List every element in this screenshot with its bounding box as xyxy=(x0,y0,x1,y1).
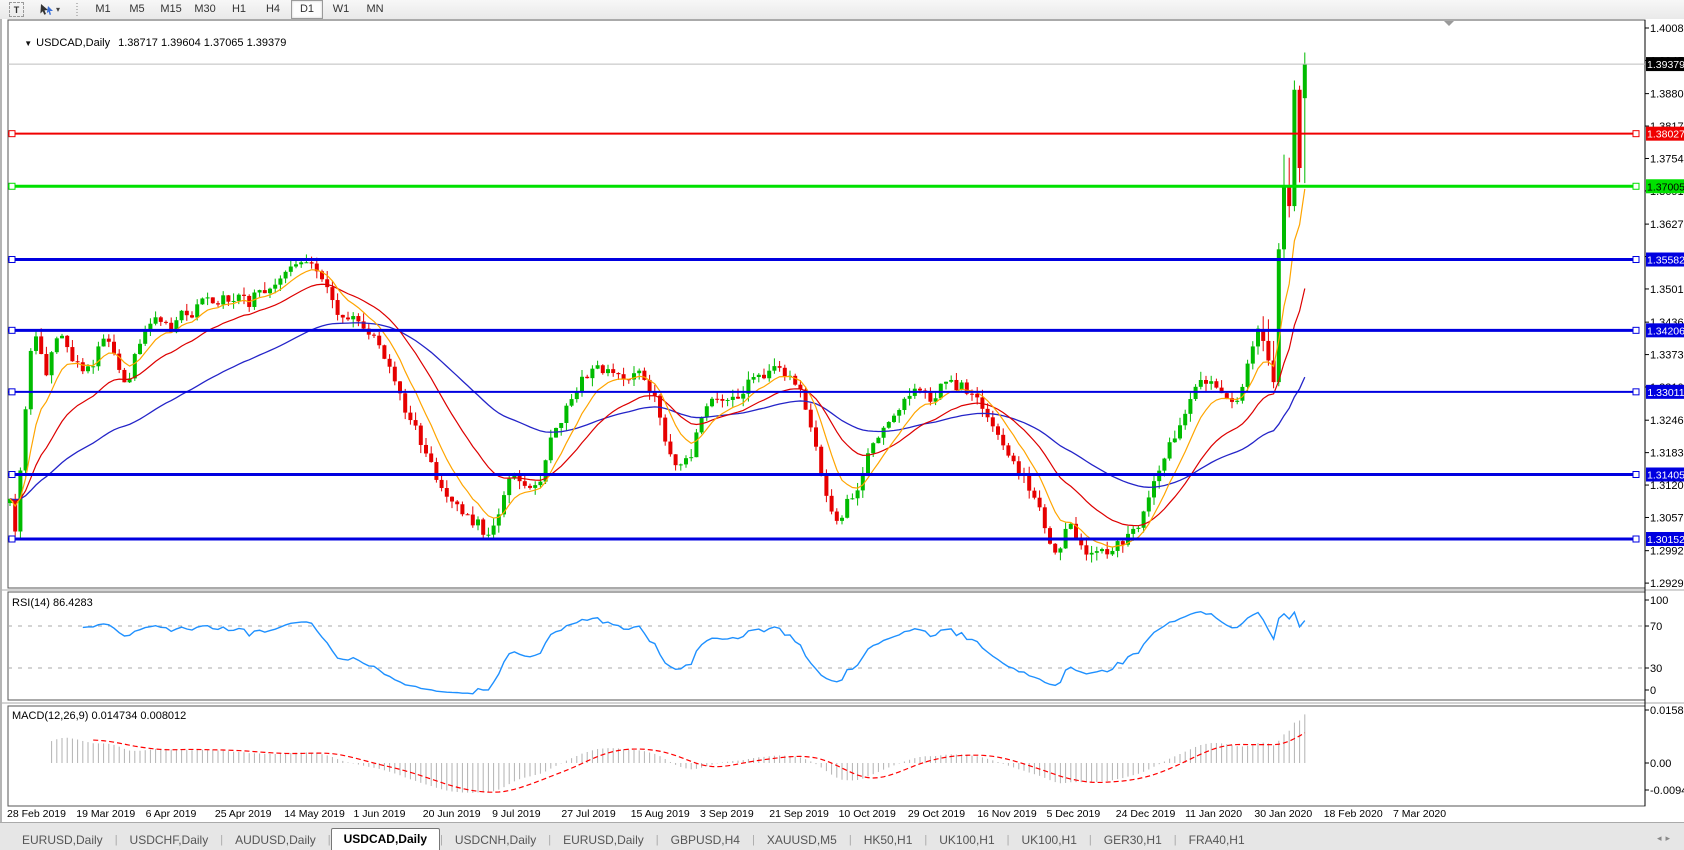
date-axis-label: 29 Oct 2019 xyxy=(908,808,965,820)
date-axis-label: 25 Apr 2019 xyxy=(215,808,272,820)
date-axis-label: 9 Jul 2019 xyxy=(492,808,541,820)
hline-price-tag-text: 1.37005 xyxy=(1647,181,1684,193)
symbol-tab-eurusd-daily[interactable]: EURUSD,Daily xyxy=(551,830,656,850)
rsi-axis-label: 0 xyxy=(1650,685,1656,697)
macd-axis-label: -0.009432 xyxy=(1650,785,1684,797)
tab-scroll-right-icon[interactable]: ▸ xyxy=(1665,833,1674,843)
ohlc-close: 1.39379 xyxy=(247,37,287,49)
top-toolbar: T ▾ M1M5M15M30H1H4D1W1MN xyxy=(0,0,1684,20)
date-axis-label: 27 Jul 2019 xyxy=(561,808,615,820)
timeframe-button-m5[interactable]: M5 xyxy=(121,0,153,19)
rsi-axis-label: 30 xyxy=(1650,663,1662,675)
rsi-axis-label: 70 xyxy=(1650,621,1662,633)
date-axis-label: 21 Sep 2019 xyxy=(769,808,829,820)
date-axis-label: 5 Dec 2019 xyxy=(1047,808,1101,820)
symbol-tab-eurusd-daily[interactable]: EURUSD,Daily xyxy=(10,830,115,850)
date-axis-label: 3 Sep 2019 xyxy=(700,808,754,820)
price-axis-label: 1.37545 xyxy=(1650,153,1684,165)
date-axis-label: 6 Apr 2019 xyxy=(146,808,197,820)
date-axis-label: 10 Oct 2019 xyxy=(839,808,896,820)
hline-price-tag-text: 1.33011 xyxy=(1647,387,1684,399)
chart-title: ▼ USDCAD,Daily 1.38717 1.39604 1.37065 1.3… xyxy=(12,25,286,61)
timeframe-button-h1[interactable]: H1 xyxy=(223,0,255,19)
price-axis-label: 1.38805 xyxy=(1650,89,1684,101)
timeframe-button-group: M1M5M15M30H1H4D1W1MN xyxy=(86,0,392,19)
ohlc-high: 1.39604 xyxy=(161,37,201,49)
hline-price-tag-text: 1.31405 xyxy=(1647,470,1684,482)
price-axis-label: 1.29295 xyxy=(1650,578,1684,590)
date-axis-label: 19 Mar 2019 xyxy=(76,808,135,820)
date-axis-label: 15 Aug 2019 xyxy=(631,808,690,820)
macd-axis-label: 0.00 xyxy=(1650,758,1671,770)
macd-plot-frame[interactable] xyxy=(8,706,1645,806)
symbol-tab-ger30-h1[interactable]: GER30,H1 xyxy=(1092,830,1174,850)
text-tool-icon: T xyxy=(9,2,24,17)
symbol-tab-gbpusd-h4[interactable]: GBPUSD,H4 xyxy=(659,830,752,850)
price-axis-label: 1.31830 xyxy=(1650,448,1684,460)
timeframe-button-mn[interactable]: MN xyxy=(359,0,391,19)
date-axis-label: 28 Feb 2019 xyxy=(7,808,66,820)
price-axis-label: 1.31200 xyxy=(1650,480,1684,492)
symbol-tab-uk100-h1[interactable]: UK100,H1 xyxy=(927,830,1006,850)
date-axis-label: 7 Mar 2020 xyxy=(1393,808,1446,820)
timeframe-button-d1[interactable]: D1 xyxy=(291,0,323,19)
hline-price-tag-text: 1.30152 xyxy=(1647,534,1684,546)
rsi-axis-label: 100 xyxy=(1650,595,1668,607)
hline-price-tag-text: 1.38027 xyxy=(1647,129,1684,141)
date-axis-label: 16 Nov 2019 xyxy=(977,808,1037,820)
price-axis-label: 1.33735 xyxy=(1650,350,1684,362)
rsi-indicator-label: RSI(14) 86.4283 xyxy=(12,597,93,609)
symbol-tab-audusd-daily[interactable]: AUDUSD,Daily xyxy=(223,830,328,850)
price-axis-label: 1.29925 xyxy=(1650,546,1684,558)
chart-window[interactable]: 1.400801.394501.388051.381751.375451.369… xyxy=(0,19,1684,822)
ohlc-low: 1.37065 xyxy=(204,37,244,49)
hline-price-tag-text: 1.34206 xyxy=(1647,325,1684,337)
timeframe-button-h4[interactable]: H4 xyxy=(257,0,289,19)
symbol-tab-usdcnh-daily[interactable]: USDCNH,Daily xyxy=(443,830,548,850)
dropdown-caret-icon: ▾ xyxy=(56,5,60,14)
symbol-tab-xauusd-m5[interactable]: XAUUSD,M5 xyxy=(755,830,849,850)
current-price-tag-text: 1.39379 xyxy=(1647,59,1684,71)
mt4-terminal: { "toolbar": { "text_tool_label": "T", "… xyxy=(0,0,1684,849)
cursor-arrows-icon xyxy=(38,3,54,17)
symbol-tab-uk100-h1[interactable]: UK100,H1 xyxy=(1010,830,1089,850)
price-axis-label: 1.40080 xyxy=(1650,23,1684,35)
chart-canvas[interactable]: 1.400801.394501.388051.381751.375451.369… xyxy=(2,19,1684,822)
rsi-plot-frame[interactable] xyxy=(8,592,1645,700)
date-axis-label: 11 Jan 2020 xyxy=(1185,808,1242,820)
symbol-tab-bar: EURUSD,Daily|USDCHF,Daily|AUDUSD,Daily|U… xyxy=(0,822,1684,850)
timeframe-button-w1[interactable]: W1 xyxy=(325,0,357,19)
date-axis-label: 18 Feb 2020 xyxy=(1324,808,1383,820)
timeframe-button-m15[interactable]: M15 xyxy=(155,0,187,19)
price-axis-label: 1.30570 xyxy=(1650,512,1684,524)
symbol-tab-usdchf-daily[interactable]: USDCHF,Daily xyxy=(118,830,221,850)
symbol-tab-hk50-h1[interactable]: HK50,H1 xyxy=(852,830,925,850)
hline-price-tag-text: 1.35582 xyxy=(1647,255,1684,267)
price-axis-label: 1.35010 xyxy=(1650,284,1684,296)
macd-indicator-label: MACD(12,26,9) 0.014734 0.008012 xyxy=(12,710,186,722)
symbol-tab-fra40-h1[interactable]: FRA40,H1 xyxy=(1177,830,1257,850)
date-axis-label: 24 Dec 2019 xyxy=(1116,808,1176,820)
price-axis-label: 1.32460 xyxy=(1650,415,1684,427)
macd-axis-label: 0.015884 xyxy=(1650,705,1684,717)
ohlc-open: 1.38717 xyxy=(118,37,158,49)
price-axis-label: 1.36270 xyxy=(1650,219,1684,231)
timeframe-button-m30[interactable]: M30 xyxy=(189,0,221,19)
symbol-tab-usdcad-daily[interactable]: USDCAD,Daily xyxy=(331,828,440,850)
collapse-caret-icon[interactable]: ▼ xyxy=(24,39,32,48)
chart-symbol-label: USDCAD,Daily xyxy=(36,37,110,49)
timeframe-button-m1[interactable]: M1 xyxy=(87,0,119,19)
date-axis-label: 14 May 2019 xyxy=(284,808,345,820)
date-axis-label: 30 Jan 2020 xyxy=(1254,808,1312,820)
date-axis-label: 1 Jun 2019 xyxy=(354,808,406,820)
tabs-container: EURUSD,Daily|USDCHF,Daily|AUDUSD,Daily|U… xyxy=(10,828,1257,850)
tab-scroll-arrows[interactable]: ◂▸ xyxy=(1657,833,1674,844)
toolbar-grip[interactable] xyxy=(75,3,80,17)
cursor-tools-button[interactable]: ▾ xyxy=(33,0,65,19)
date-axis-label: 20 Jun 2019 xyxy=(423,808,481,820)
text-annotation-button[interactable]: T xyxy=(4,0,29,19)
